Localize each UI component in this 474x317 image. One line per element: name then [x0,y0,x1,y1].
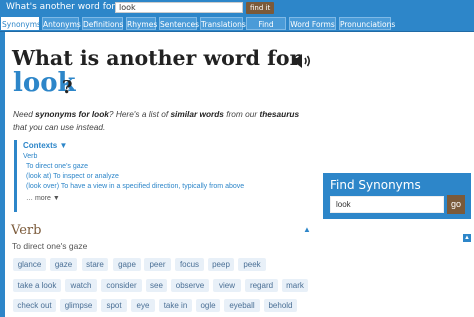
intro-bold-thesaurus: thesaurus [259,109,300,119]
synonym-chip[interactable]: glance [13,258,46,271]
synonym-chip[interactable]: take a look [13,279,61,292]
top-bar: What's another word for look find it [0,0,474,16]
section-pos-heading: Verb [11,223,42,238]
site-question: What's another word for [6,2,116,12]
synonym-chip[interactable]: focus [175,258,204,271]
synonym-chip[interactable]: gaze [50,258,77,271]
page-title-qmark: ? [62,77,73,98]
contexts-more-link[interactable]: … more ▼ [23,195,219,202]
synonym-chip[interactable]: gape [113,258,141,271]
sense-definition: To direct one's gaze [12,241,88,251]
tab-definitions[interactable]: Definitions [82,17,123,30]
synonym-chip[interactable]: mark [282,279,308,292]
tab-antonyms[interactable]: Antonyms [42,17,81,30]
synonym-chip[interactable]: peek [238,258,266,271]
intro-bold-similar: similar words [170,109,224,119]
synonym-chip[interactable]: ogle [196,299,220,312]
left-accent-bar [0,32,5,317]
tab-synonyms[interactable]: Synonyms [1,17,41,30]
go-button[interactable]: go [447,195,465,214]
synonym-chip[interactable]: view [213,279,241,292]
synonym-chip[interactable]: see [146,279,167,292]
scroll-up-icon[interactable]: ▲ [303,225,311,234]
find-synonyms-widget: Find Synonyms look go [323,173,471,219]
speaker-icon[interactable] [292,53,314,74]
find-synonyms-title: Find Synonyms [330,178,421,192]
synonym-chip[interactable]: watch [65,279,97,292]
synonym-chip[interactable]: peep [208,258,234,271]
ad-choices-icon[interactable]: ▲ [463,234,471,242]
contexts-toggle[interactable]: Contexts ▼ [23,141,219,150]
synonym-chip[interactable]: peer [144,258,171,271]
contexts-panel: Contexts ▼ Verb To direct one's gaze (lo… [14,140,244,212]
page-title-line: What is another word for [12,46,301,70]
synonym-chip[interactable]: take in [159,299,192,312]
synonym-chip[interactable]: behold [264,299,297,312]
context-link[interactable]: (look over) To have a view in a specifie… [23,183,244,190]
synonym-chip[interactable]: eye [131,299,155,312]
synonym-chip[interactable]: regard [245,279,278,292]
search-input[interactable]: look [115,2,243,13]
tab-translations[interactable]: Translations [200,17,246,30]
synonym-chip[interactable]: stare [82,258,108,271]
synonym-chip[interactable]: check out [13,299,56,312]
contexts-pos: Verb [23,153,38,160]
intro-text: Need synonyms for look? Here's a list of… [13,109,300,132]
intro-bold-synonyms: synonyms for look [35,109,109,119]
tab-word-forms[interactable]: Word Forms [289,17,336,30]
tab-sentences[interactable]: Sentences [159,17,199,30]
synonym-chip[interactable]: spot [101,299,127,312]
find-button[interactable]: find it [246,2,275,14]
tab-rhymes[interactable]: Rhymes [126,17,157,30]
tab-bar: Synonyms Antonyms Definitions Rhymes Sen… [0,16,474,42]
synonym-chip[interactable]: consider [101,279,142,292]
find-synonyms-input[interactable]: look [330,196,444,213]
tab-find-words[interactable]: Find Words [246,17,286,42]
context-link[interactable]: To direct one's gaze [23,163,219,170]
synonym-chip[interactable]: observe [171,279,209,292]
tab-pronunciations[interactable]: Pronunciations [339,17,395,30]
synonym-chip[interactable]: eyeball [224,299,260,312]
context-link[interactable]: (look at) To inspect or analyze [23,173,219,180]
synonym-chip[interactable]: glimpse [60,299,97,312]
